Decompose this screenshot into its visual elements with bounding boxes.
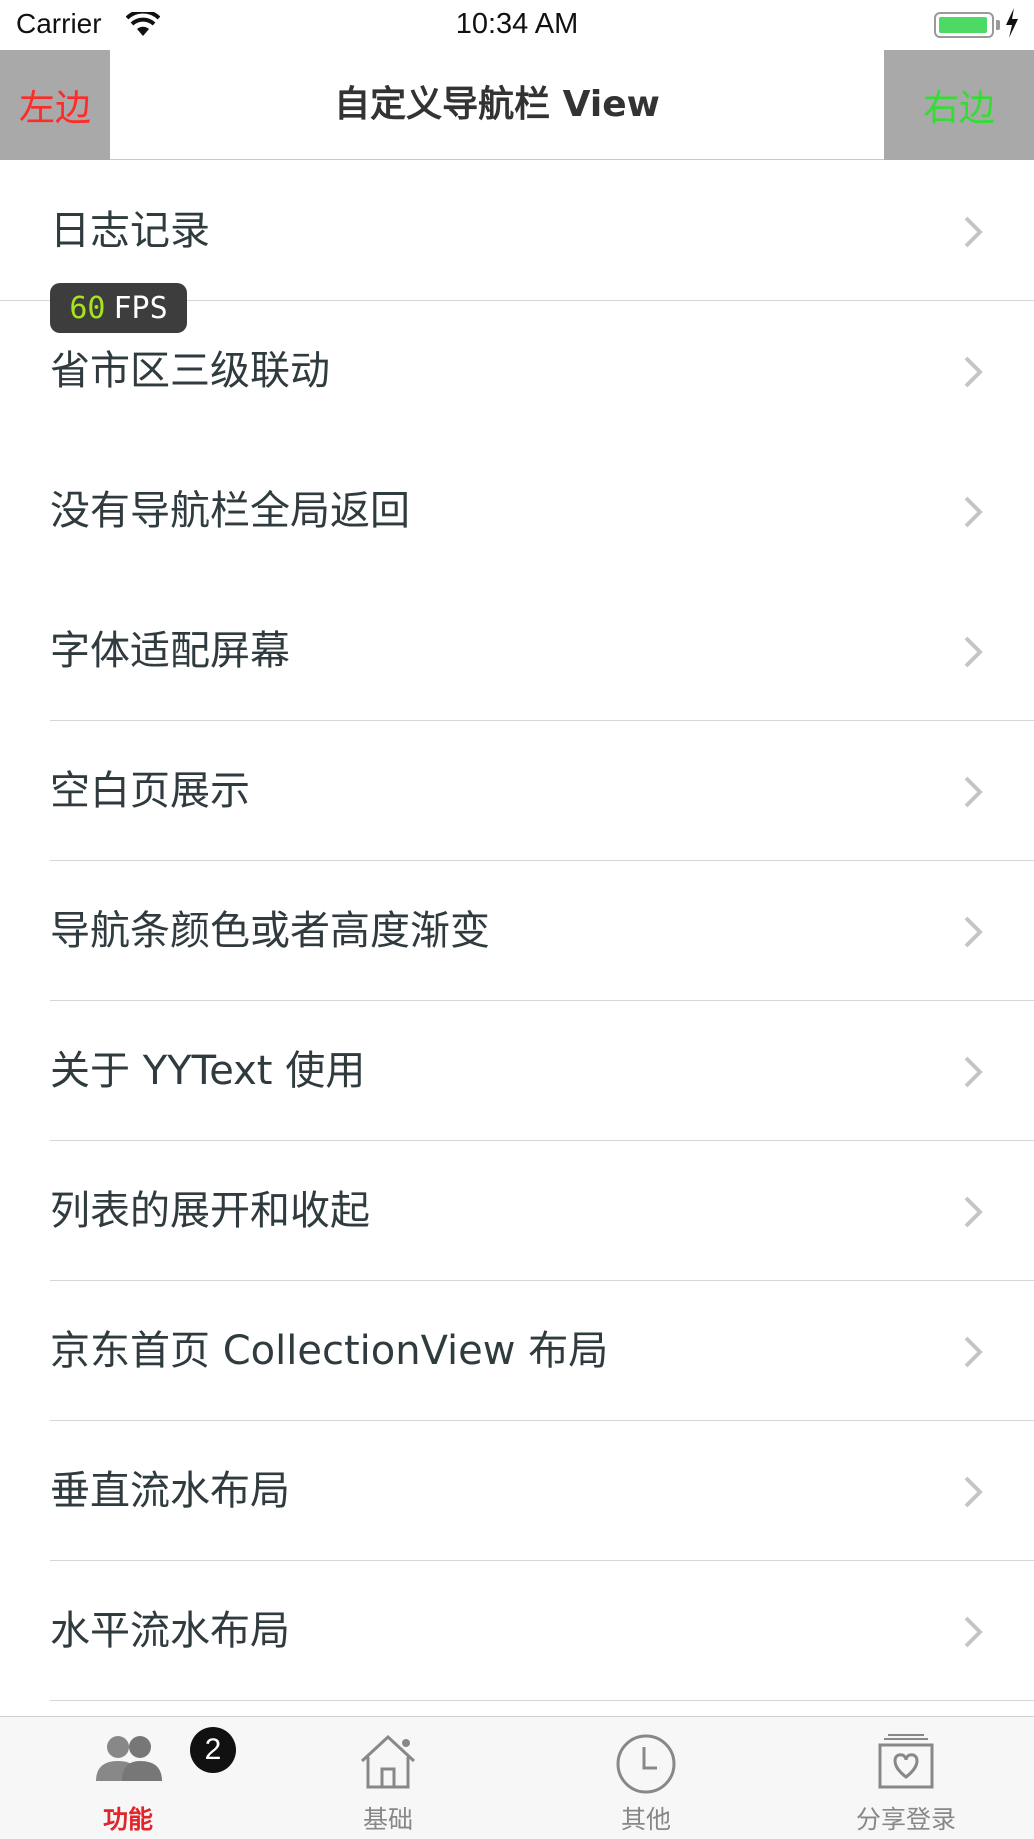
nav-left-button[interactable]: 左边 — [0, 50, 110, 160]
list-item[interactable]: 空白页展示 — [0, 721, 1034, 861]
chevron-right-icon — [964, 1196, 983, 1228]
people-icon — [96, 1736, 162, 1781]
status-time: 10:34 AM — [455, 8, 579, 40]
battery-level — [939, 17, 987, 33]
charging-bolt-icon — [1004, 8, 1020, 42]
house-icon — [360, 1734, 416, 1789]
list-item-label: 日志记录 — [50, 208, 210, 254]
list-item-label: 水平流水布局 — [50, 1608, 290, 1654]
list-item-label: 垂直流水布局 — [50, 1468, 290, 1514]
navigation-bar: 左边 自定义导航栏 View 右边 — [0, 50, 1034, 160]
status-bar: Carrier 10:34 AM — [0, 0, 1034, 50]
chevron-right-icon — [964, 1056, 983, 1088]
chevron-right-icon — [964, 216, 983, 248]
tab-function[interactable]: 2 功能 — [28, 1717, 236, 1839]
chevron-right-icon — [964, 1616, 983, 1648]
battery-icon — [934, 12, 994, 38]
list-item[interactable]: 水平流水布局 — [0, 1561, 1034, 1701]
chevron-right-icon — [964, 356, 983, 388]
list-item-label: 没有导航栏全局返回 — [50, 488, 410, 534]
chevron-right-icon — [964, 1476, 983, 1508]
tab-other[interactable]: 其他 — [546, 1717, 746, 1839]
list-item-label: 列表的展开和收起 — [50, 1188, 370, 1234]
chevron-right-icon — [964, 776, 983, 808]
tab-share-login[interactable]: 分享登录 — [806, 1717, 1006, 1839]
tab-label: 功能 — [102, 1805, 153, 1834]
chevron-right-icon — [964, 916, 983, 948]
list-item[interactable]: 京东首页 CollectionView 布局 — [0, 1281, 1034, 1421]
tab-badge: 2 — [190, 1727, 236, 1773]
list-item[interactable]: 日志记录 — [0, 161, 1034, 301]
list-item[interactable]: 没有导航栏全局返回 — [0, 441, 1034, 581]
fps-unit: FPS — [113, 290, 168, 326]
tab-label: 其他 — [620, 1805, 671, 1834]
list-item-label: 导航条颜色或者高度渐变 — [50, 908, 490, 954]
fps-value: 60 — [69, 290, 106, 326]
chevron-right-icon — [964, 636, 983, 668]
list-item[interactable]: 字体适配屏幕 — [0, 581, 1034, 721]
nav-right-button[interactable]: 右边 — [884, 50, 1034, 160]
tab-label: 基础 — [362, 1805, 413, 1834]
list-item[interactable]: 导航条颜色或者高度渐变 — [0, 861, 1034, 1001]
list-item-label: 关于 YYText 使用 — [50, 1048, 366, 1094]
clock-icon — [616, 1734, 676, 1794]
tab-label: 分享登录 — [855, 1805, 956, 1834]
tab-basics[interactable]: 基础 — [288, 1717, 488, 1839]
gift-box-icon — [878, 1734, 934, 1789]
list-item[interactable]: 垂直流水布局 — [0, 1421, 1034, 1561]
chevron-right-icon — [964, 1336, 983, 1368]
nav-title: 自定义导航栏 View — [334, 84, 660, 125]
list-item[interactable]: 关于 YYText 使用 — [0, 1001, 1034, 1141]
chevron-right-icon — [964, 496, 983, 528]
list-item[interactable]: 列表的展开和收起 — [0, 1141, 1034, 1281]
list-item-label: 字体适配屏幕 — [50, 628, 290, 674]
tab-bar: 2 功能 基础 其他 分享登录 — [0, 1716, 1034, 1839]
battery-tip — [996, 20, 1000, 30]
list-item-label: 空白页展示 — [50, 768, 250, 814]
fps-indicator: 60 FPS — [50, 283, 187, 333]
menu-list: 日志记录 省市区三级联动 没有导航栏全局返回 字体适配屏幕 空白页展示 导航条颜… — [0, 161, 1034, 1701]
list-item-label: 京东首页 CollectionView 布局 — [50, 1328, 609, 1374]
row-divider — [50, 1700, 1034, 1701]
